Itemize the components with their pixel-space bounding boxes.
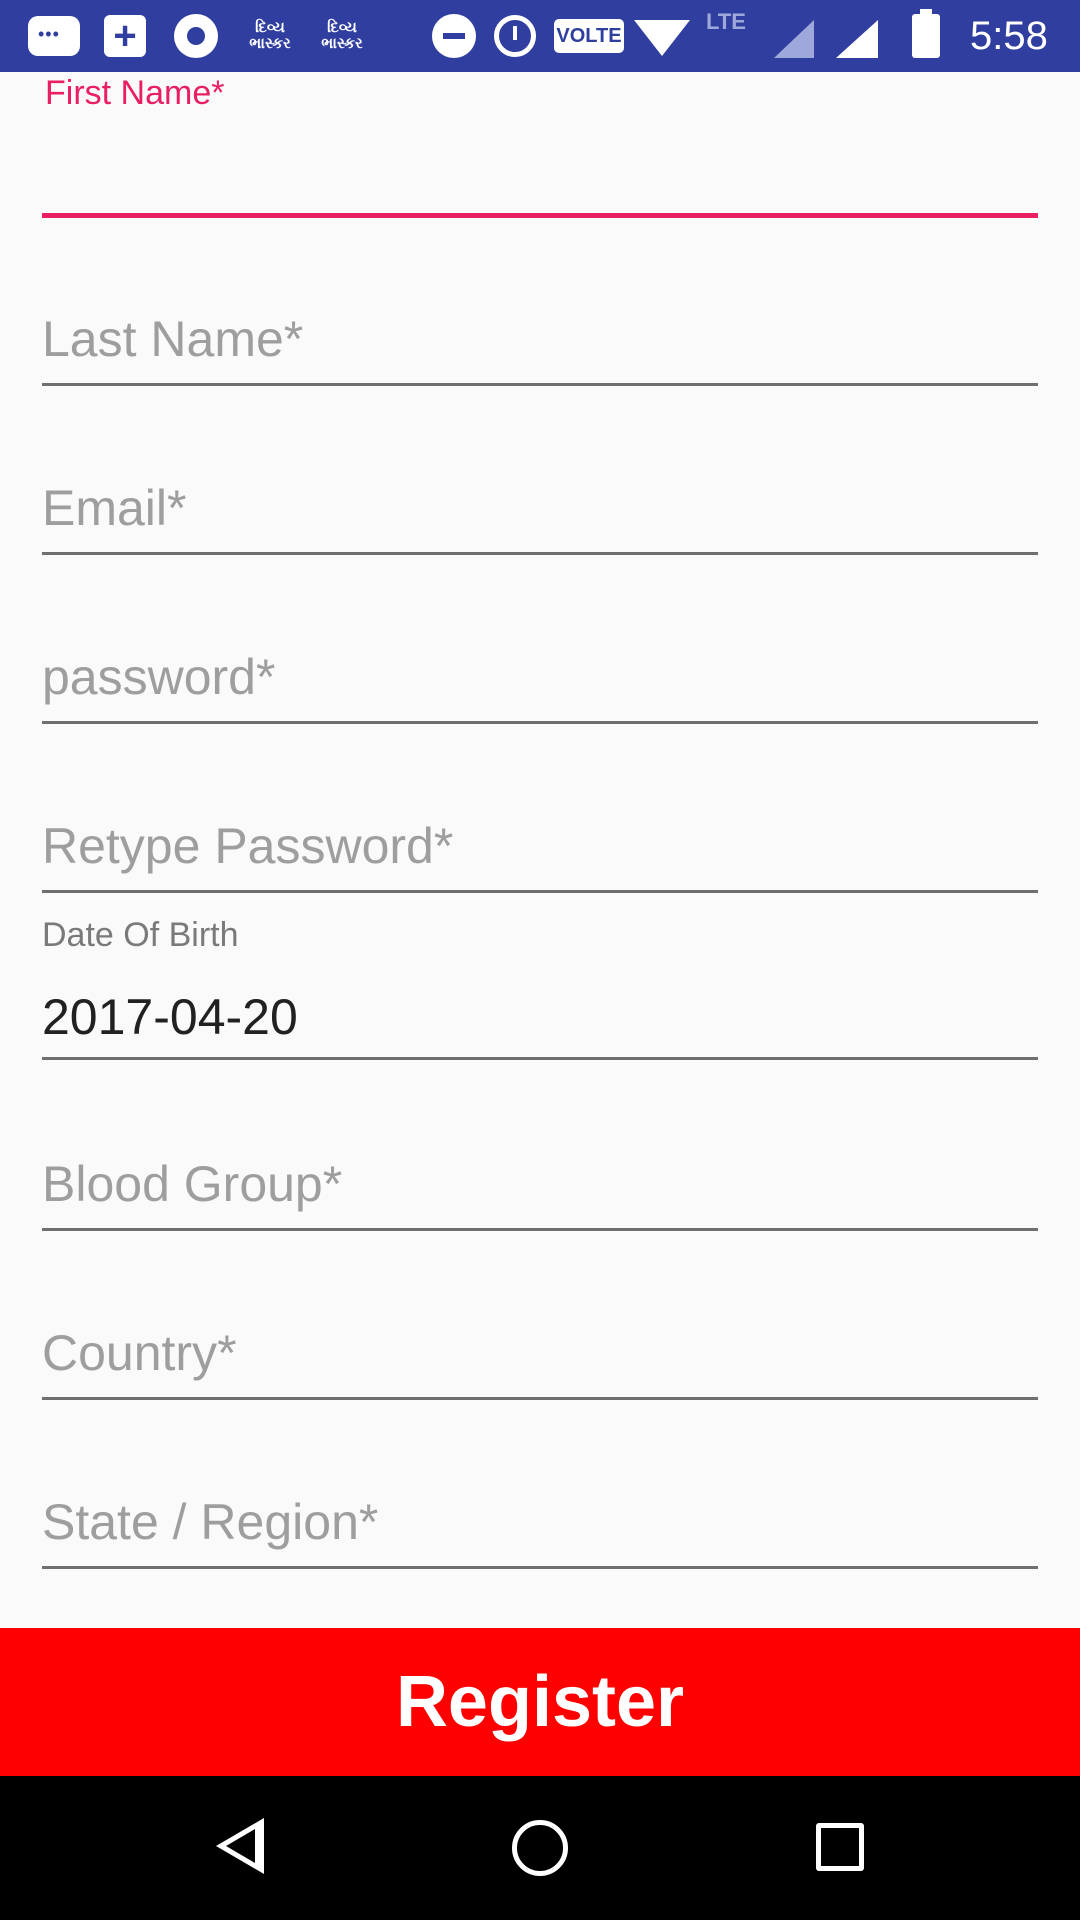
- alarm-icon: [494, 15, 536, 57]
- date-of-birth-label: Date Of Birth: [42, 916, 239, 954]
- first-name-field[interactable]: First Name*: [42, 72, 1038, 222]
- wifi-icon: [634, 20, 690, 56]
- state-region-placeholder: State / Region*: [42, 1494, 379, 1550]
- password-field[interactable]: password*: [42, 638, 1038, 728]
- divya-bhaskar-icon: દિવ્ય ભાસ્કર: [321, 19, 363, 52]
- last-name-placeholder: Last Name*: [42, 311, 304, 367]
- retype-password-underline: [42, 890, 1038, 893]
- email-placeholder: Email*: [42, 480, 187, 536]
- recent-apps-icon[interactable]: [816, 1823, 864, 1871]
- status-time: 5:58: [970, 13, 1048, 58]
- state-region-underline: [42, 1566, 1038, 1569]
- country-placeholder: Country*: [42, 1325, 237, 1381]
- password-placeholder: password*: [42, 649, 276, 705]
- first-name-label: First Name*: [45, 74, 225, 112]
- home-icon[interactable]: [512, 1820, 568, 1876]
- date-of-birth-underline: [42, 1057, 1038, 1060]
- date-of-birth-value[interactable]: 2017-04-20: [42, 988, 298, 1046]
- first-name-underline: [42, 213, 1038, 218]
- register-button[interactable]: Register: [0, 1628, 1080, 1776]
- country-field[interactable]: Country*: [42, 1314, 1038, 1404]
- country-underline: [42, 1397, 1038, 1400]
- signal-icon: [774, 20, 814, 58]
- do-not-disturb-icon: [432, 14, 476, 58]
- blood-group-underline: [42, 1228, 1038, 1231]
- signal-icon: [836, 20, 878, 58]
- last-name-underline: [42, 383, 1038, 386]
- battery-charging-icon: [912, 9, 940, 58]
- retype-password-placeholder: Retype Password*: [42, 818, 454, 874]
- blood-group-field[interactable]: Blood Group*: [42, 1145, 1038, 1235]
- email-field[interactable]: Email*: [42, 469, 1038, 559]
- retype-password-field[interactable]: Retype Password*: [42, 807, 1038, 897]
- date-of-birth-field[interactable]: Date Of Birth 2017-04-20: [42, 912, 1038, 1062]
- state-region-field[interactable]: State / Region*: [42, 1483, 1038, 1573]
- status-bar: + દિવ્ય ભાસ્કર દિવ્ય ભાસ્કર VOLTE LTE 5:…: [0, 0, 1080, 72]
- divya-bhaskar-icon: દિવ્ય ભાસ્કર: [249, 19, 291, 52]
- last-name-field[interactable]: Last Name*: [42, 300, 1038, 390]
- plus-app-icon: +: [104, 15, 146, 57]
- volte-icon: VOLTE: [554, 19, 624, 53]
- messages-icon: [28, 16, 80, 56]
- lte-icon: LTE: [706, 9, 746, 34]
- password-underline: [42, 721, 1038, 724]
- blood-group-placeholder: Blood Group*: [42, 1156, 343, 1212]
- back-icon[interactable]: [216, 1818, 264, 1874]
- email-underline: [42, 552, 1038, 555]
- chrome-icon: [174, 14, 218, 58]
